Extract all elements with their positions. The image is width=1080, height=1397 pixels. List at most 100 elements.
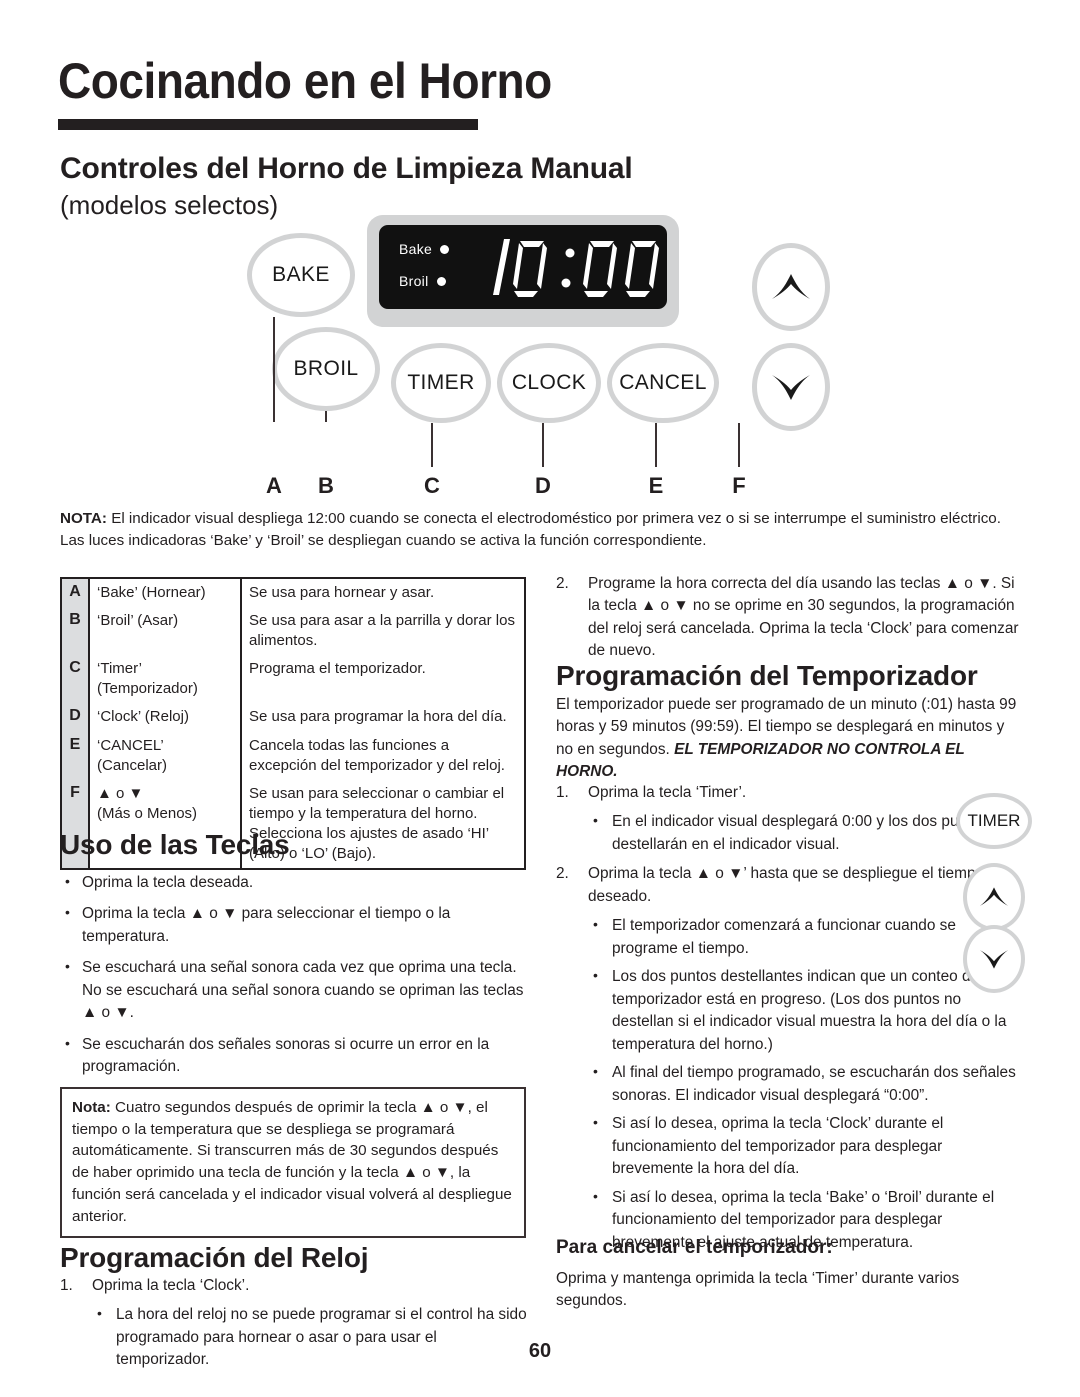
timer-button-graphic: TIMER (391, 343, 491, 423)
chevron-down-icon (979, 950, 1009, 969)
table-row: B ‘Broil’ (Asar) Se usa para asar a la p… (62, 607, 524, 656)
list-item: 2. Programe la hora correcta del día usa… (556, 573, 1024, 663)
step-text: Programe la hora correcta del día usando… (588, 575, 1019, 660)
manual-page: Cocinando en el Horno Controles del Horn… (0, 0, 1080, 1397)
legend-desc: Programa el temporizador. (249, 660, 426, 678)
chevron-up-icon (979, 887, 1009, 906)
timer-button-label: TIMER (407, 371, 475, 394)
legend-desc: Cancela todas las funciones a excepción … (249, 736, 505, 774)
page-number: 60 (528, 1340, 552, 1362)
broil-indicator-led-icon (436, 276, 446, 286)
callout-letter-a: A (266, 473, 282, 498)
nota-callout-box: Nota: Cuatro segundos después de oprimir… (60, 1087, 526, 1239)
list-item: El temporizador comenzará a funcionar cu… (588, 914, 1012, 960)
page-title: Cocinando en el Horno (58, 53, 552, 109)
broil-button-label: BROIL (293, 357, 359, 380)
callout-letter-b: B (318, 473, 334, 498)
legend-name: ‘CANCEL’ (Cancelar) (90, 731, 242, 780)
chevron-up-icon (772, 274, 810, 299)
programacion-reloj-heading: Programación del Reloj (60, 1242, 369, 1273)
step-number: 2. (556, 575, 569, 592)
legend-name: ‘Clock’ (Reloj) (90, 703, 242, 732)
table-row: E ‘CANCEL’ (Cancelar) Cancela todas las … (62, 731, 524, 780)
bake-indicator-label: Bake (399, 241, 433, 257)
step-number: 2. (556, 865, 569, 883)
leader-line-b (325, 411, 327, 422)
table-row: C ‘Timer’ (Temporizador) Programa el tem… (62, 655, 524, 704)
button-legend-table: A ‘Bake’ (Hornear) Se usa para hornear y… (60, 577, 526, 871)
legend-letter: C (62, 655, 90, 704)
section-subtitle: Controles del Horno de Limpieza Manual (60, 152, 633, 185)
uso-teclas-heading: Uso de las Teclas (60, 829, 290, 860)
list-item: Se escucharán dos señales sonoras si ocu… (60, 1033, 528, 1079)
leader-line-c (431, 423, 433, 467)
callout-letter-d: D (535, 473, 551, 498)
programacion-temporizador-heading: Programación del Temporizador (556, 660, 978, 691)
list-item: Oprima la tecla ▲ o ▼ para seleccionar e… (60, 902, 528, 948)
down-arrow-button-graphic (752, 343, 830, 431)
leader-line-a (273, 317, 275, 422)
nota-top-paragraph: NOTA: El indicador visual despliega 12:0… (60, 508, 1022, 552)
legend-letter: E (62, 731, 90, 780)
title-underline-rule (58, 119, 478, 130)
legend-letter: D (62, 703, 90, 732)
nota-top-text: El indicador visual despliega 12:00 cuan… (60, 510, 1001, 549)
nota-box-text: Cuatro segundos después de oprimir la te… (72, 1099, 512, 1225)
step-number: 1. (60, 1277, 73, 1294)
seven-segment-time (493, 239, 659, 297)
clock-button-graphic: CLOCK (497, 343, 601, 423)
broil-button-graphic: BROIL (272, 327, 380, 411)
legend-letter: A (62, 579, 90, 608)
timer-button-inline-graphic: TIMER (956, 793, 1032, 849)
bake-button-label: BAKE (272, 263, 330, 286)
callout-letter-c: C (424, 473, 440, 498)
legend-name: ‘Bake’ (Hornear) (90, 579, 242, 608)
list-item: Oprima la tecla deseada. (60, 871, 528, 894)
leader-line-e (655, 423, 657, 467)
list-item: Si así lo desea, oprima la tecla ‘Clock’… (588, 1112, 1024, 1180)
legend-desc: Se usa para asar a la parrilla y dorar l… (249, 612, 515, 650)
legend-name-line2: (Más o Menos) (97, 804, 198, 822)
uso-teclas-list: Oprima la tecla deseada. Oprima la tecla… (60, 871, 528, 1088)
chevron-down-icon (772, 375, 810, 400)
legend-name-line1: ▲ o ▼ (97, 784, 144, 802)
broil-indicator-label: Broil (399, 273, 429, 289)
bake-indicator-led-icon (440, 244, 450, 254)
bake-indicator: Bake (399, 241, 450, 257)
table-row: D ‘Clock’ (Reloj) Se usa para programar … (62, 703, 524, 732)
callout-letter-e: E (648, 473, 664, 498)
list-item: Se escuchará una señal sonora cada vez q… (60, 956, 528, 1024)
list-item: Al final del tiempo programado, se escuc… (588, 1061, 1024, 1107)
control-panel-diagram: BAKE BROIL TIMER CLOCK CANCEL Bake Broil… (0, 205, 1080, 505)
step-text: Oprima la tecla ‘Timer’. (588, 784, 747, 801)
broil-indicator: Broil (399, 273, 446, 289)
step-text: Oprima la tecla ‘Clock’. (92, 1277, 250, 1294)
programacion-temporizador-steps: 1. Oprima la tecla ‘Timer’. En el indica… (556, 782, 1024, 1261)
legend-name: ‘Timer’ (Temporizador) (90, 655, 242, 704)
lcd-display: Bake Broil (379, 225, 667, 309)
legend-desc: Se usa para programar la hora del día. (249, 708, 507, 726)
list-item: 1. Oprima la tecla ‘Timer’. En el indica… (556, 782, 1024, 856)
cancel-button-label: CANCEL (619, 371, 707, 394)
list-item: 2. Oprima la tecla ▲ o ▼’ hasta que se d… (556, 863, 1024, 1254)
bake-button-graphic: BAKE (247, 233, 355, 317)
programacion-temporizador-intro: El temporizador puede ser programado de … (556, 694, 1024, 784)
nota-top-label: NOTA: (60, 510, 107, 527)
cancel-button-graphic: CANCEL (607, 343, 719, 423)
leader-line-d (542, 423, 544, 467)
down-arrow-inline-graphic (963, 925, 1025, 993)
list-item: En el indicador visual desplegará 0:00 y… (588, 810, 1012, 856)
timer-inline-label: TIMER (967, 811, 1021, 830)
up-arrow-inline-graphic (963, 863, 1025, 931)
programacion-reloj-step2: 2. Programe la hora correcta del día usa… (556, 573, 1024, 670)
cancelar-temporizador-heading: Para cancelar el temporizador: (556, 1237, 833, 1258)
nota-box-label: Nota: (72, 1099, 111, 1116)
up-arrow-button-graphic (752, 243, 830, 331)
legend-letter: B (62, 607, 90, 656)
leader-line-f (738, 423, 740, 467)
legend-desc: Se usa para hornear y asar. (249, 584, 435, 601)
table-row: A ‘Bake’ (Hornear) Se usa para hornear y… (62, 579, 524, 608)
step-number: 1. (556, 784, 569, 801)
list-item: Los dos puntos destellantes indican que … (588, 965, 1024, 1056)
display-bezel: Bake Broil (367, 215, 679, 327)
